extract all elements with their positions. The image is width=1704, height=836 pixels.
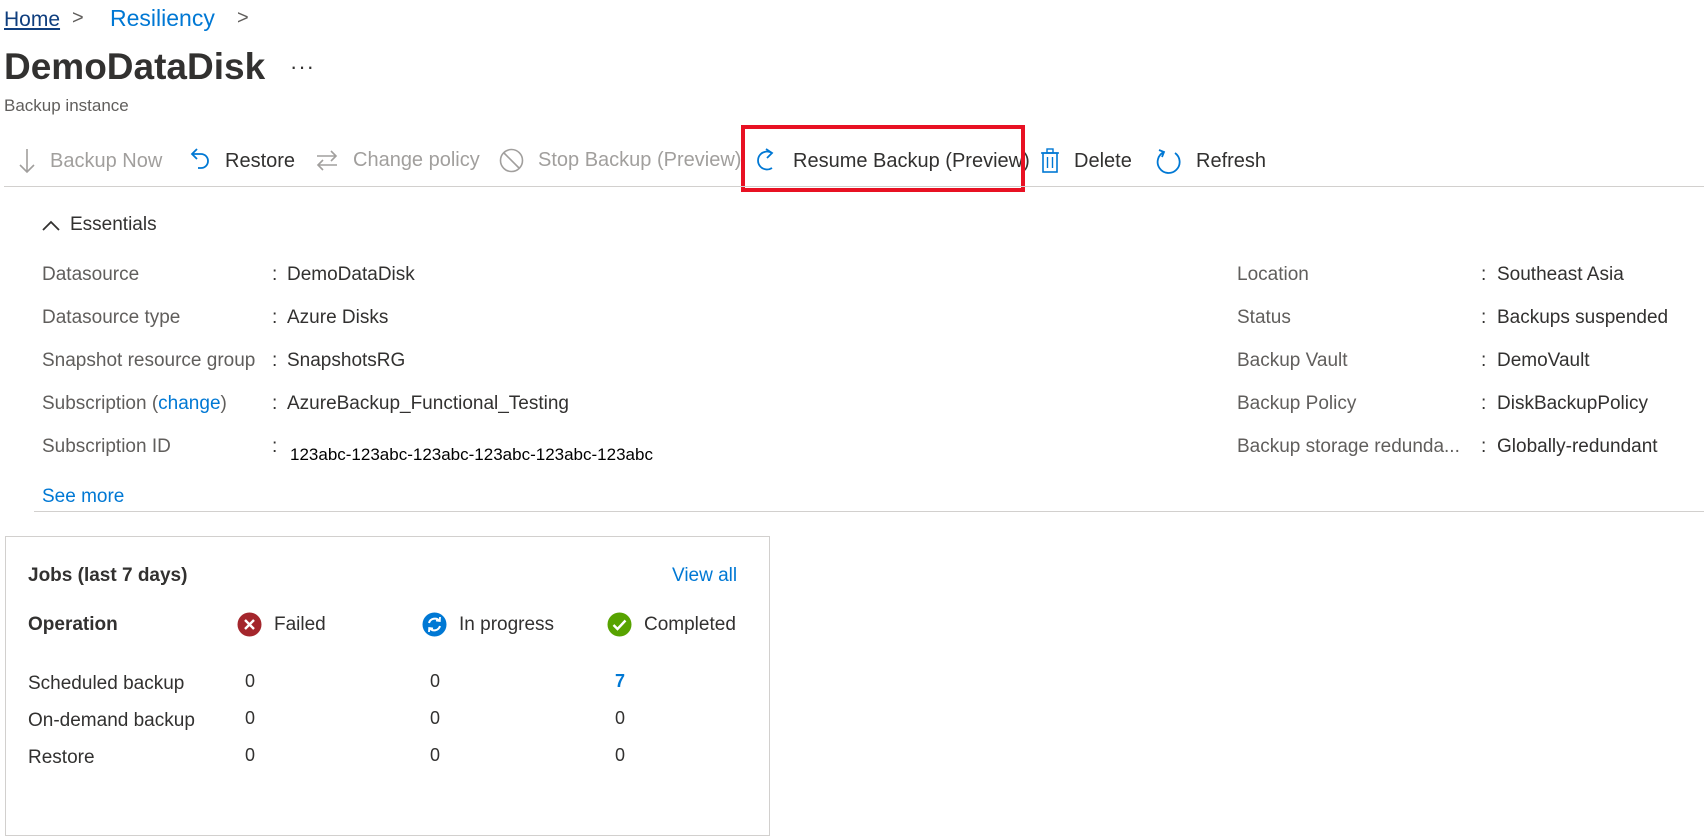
breadcrumb-separator: > — [72, 7, 84, 29]
subscription-label: Subscription (change) — [42, 393, 227, 415]
datasource-label: Datasource — [42, 264, 140, 285]
more-options-button[interactable]: ··· — [290, 54, 315, 80]
failed-label: Failed — [274, 613, 326, 635]
operation-name: Restore — [28, 747, 95, 768]
snapshot-resource-group-value: SnapshotsRG — [287, 350, 406, 371]
completed-count-link[interactable]: 7 — [615, 671, 625, 692]
in-progress-count[interactable]: 0 — [430, 745, 440, 766]
colon: : — [272, 436, 278, 457]
delete-label: Delete — [1074, 149, 1132, 172]
backup-vault-label: Backup Vault — [1237, 350, 1348, 371]
trash-icon — [1041, 148, 1059, 173]
stop-backup-button[interactable]: Stop Backup (Preview) — [499, 148, 741, 173]
check-icon — [607, 612, 632, 637]
operation-column-header: Operation — [28, 614, 118, 635]
prohibited-icon — [499, 148, 524, 173]
failed-count[interactable]: 0 — [245, 745, 255, 766]
subscription-id-label: Subscription ID — [42, 436, 171, 457]
colon: : — [272, 307, 278, 328]
backup-storage-redundancy-label: Backup storage redunda... — [1237, 436, 1460, 457]
colon: : — [1481, 350, 1487, 371]
completed-count[interactable]: 0 — [615, 708, 625, 729]
refresh-button[interactable]: Refresh — [1156, 148, 1266, 174]
in-progress-column-header: In progress — [422, 612, 554, 637]
colon: : — [1481, 436, 1487, 457]
change-policy-label: Change policy — [353, 148, 480, 171]
page-subtitle: Backup instance — [4, 96, 129, 115]
view-all-link[interactable]: View all — [672, 565, 737, 587]
operation-name: Scheduled backup — [28, 673, 185, 694]
failed-column-header: Failed — [237, 612, 326, 637]
highlight-box — [741, 125, 1025, 192]
change-policy-button[interactable]: Change policy — [315, 148, 480, 172]
completed-column-header: Completed — [607, 612, 736, 637]
essentials-toggle[interactable]: Essentials — [42, 214, 157, 236]
in-progress-count[interactable]: 0 — [430, 671, 440, 692]
datasource-value: DemoDataDisk — [287, 264, 415, 285]
page-title: DemoDataDisk — [4, 46, 266, 87]
jobs-title: Jobs (last 7 days) — [28, 565, 188, 586]
operation-name: On-demand backup — [28, 710, 195, 731]
status-value: Backups suspended — [1497, 307, 1669, 328]
delete-button[interactable]: Delete — [1040, 148, 1132, 174]
completed-label: Completed — [644, 613, 736, 635]
snapshot-resource-group-label: Snapshot resource group — [42, 350, 256, 371]
location-label: Location — [1237, 264, 1309, 285]
swap-arrows-icon — [316, 150, 338, 171]
subscription-link[interactable]: AzureBackup_Functional_Testing — [287, 393, 569, 415]
refresh-icon — [1156, 149, 1181, 174]
undo-icon — [190, 148, 209, 169]
arrow-down-icon — [19, 149, 35, 174]
breadcrumb-resiliency-link[interactable]: Resiliency — [110, 5, 215, 32]
restore-label: Restore — [225, 149, 296, 172]
colon: : — [272, 350, 278, 371]
chevron-up-icon — [42, 220, 60, 231]
in-progress-label: In progress — [459, 613, 555, 635]
breadcrumb-home-link[interactable]: Home — [4, 8, 60, 32]
datasource-type-value: Azure Disks — [287, 307, 389, 328]
essentials-header: Essentials — [70, 214, 157, 235]
backup-now-label: Backup Now — [50, 149, 163, 172]
backup-policy-link[interactable]: DiskBackupPolicy — [1497, 393, 1648, 415]
subscription-label-prefix: Subscription ( — [42, 393, 159, 414]
restore-button[interactable]: Restore — [189, 148, 295, 174]
failed-count[interactable]: 0 — [245, 671, 255, 692]
colon: : — [272, 393, 278, 414]
failed-count[interactable]: 0 — [245, 708, 255, 729]
colon: : — [272, 264, 278, 285]
backup-now-button[interactable]: Backup Now — [18, 148, 162, 174]
status-label: Status — [1237, 307, 1291, 328]
colon: : — [1481, 393, 1487, 414]
sync-icon — [422, 612, 447, 637]
backup-vault-link[interactable]: DemoVault — [1497, 350, 1590, 372]
subscription-label-suffix: ) — [220, 393, 227, 414]
backup-storage-redundancy-value: Globally-redundant — [1497, 436, 1658, 457]
error-icon — [237, 612, 262, 637]
subscription-id-value: 123abc-123abc-123abc-123abc-123abc-123ab… — [290, 445, 653, 464]
breadcrumb-separator: > — [237, 7, 249, 29]
colon: : — [1481, 307, 1487, 328]
in-progress-count[interactable]: 0 — [430, 708, 440, 729]
backup-policy-label: Backup Policy — [1237, 393, 1357, 414]
location-value: Southeast Asia — [1497, 264, 1624, 285]
change-subscription-link[interactable]: change — [158, 393, 220, 414]
completed-count[interactable]: 0 — [615, 745, 625, 766]
stop-backup-label: Stop Backup (Preview) — [538, 149, 742, 171]
datasource-type-label: Datasource type — [42, 307, 181, 328]
refresh-label: Refresh — [1196, 149, 1267, 172]
essentials-divider — [34, 511, 1704, 512]
see-more-link[interactable]: See more — [42, 486, 124, 508]
toolbar-divider — [4, 186, 1704, 187]
colon: : — [1481, 264, 1487, 285]
